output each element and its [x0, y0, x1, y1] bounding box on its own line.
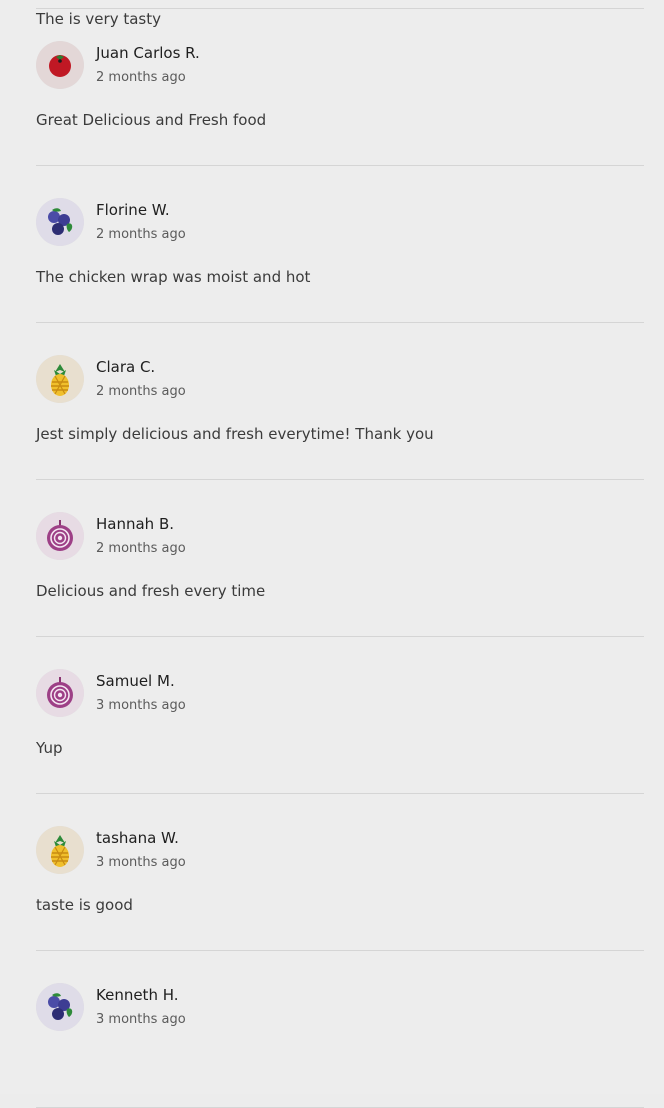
pineapple-icon	[36, 355, 84, 403]
avatar[interactable]	[36, 41, 84, 89]
review-text: Jest simply delicious and fresh everytim…	[36, 425, 434, 443]
review-item: tashana W. 3 months ago taste is good	[36, 794, 644, 951]
tomato-icon	[36, 41, 84, 89]
review-list: The is very tasty Juan Carlos R. 2 month…	[36, 0, 644, 1108]
review-text: taste is good	[36, 896, 133, 914]
review-item: The is very tasty	[36, 0, 644, 28]
reviewer-name[interactable]: Samuel M.	[96, 672, 175, 690]
review-item: Hannah B. 2 months ago Delicious and fre…	[36, 480, 644, 637]
reviews-page: The is very tasty Juan Carlos R. 2 month…	[0, 0, 664, 1108]
avatar[interactable]	[36, 512, 84, 560]
review-text: Yup	[36, 739, 63, 757]
reviewer-name[interactable]: tashana W.	[96, 829, 179, 847]
blueberries-icon	[36, 983, 84, 1031]
onion-icon	[36, 512, 84, 560]
review-time: 2 months ago	[96, 384, 186, 399]
review-item: Clara C. 2 months ago Jest simply delici…	[36, 323, 644, 480]
reviewer-name[interactable]: Florine W.	[96, 201, 170, 219]
avatar[interactable]	[36, 669, 84, 717]
review-text: Delicious and fresh every time	[36, 582, 266, 600]
reviewer-name[interactable]: Clara C.	[96, 358, 155, 376]
avatar[interactable]	[36, 355, 84, 403]
review-item: Kenneth H. 3 months ago	[36, 951, 644, 1108]
review-time: 2 months ago	[96, 70, 186, 85]
reviewer-name[interactable]: Kenneth H.	[96, 986, 179, 1004]
review-time: 2 months ago	[96, 541, 186, 556]
review-time: 2 months ago	[96, 227, 186, 242]
onion-icon	[36, 669, 84, 717]
reviewer-name[interactable]: Hannah B.	[96, 515, 174, 533]
avatar[interactable]	[36, 826, 84, 874]
review-item: Florine W. 2 months ago The chicken wrap…	[36, 166, 644, 323]
avatar[interactable]	[36, 983, 84, 1031]
avatar[interactable]	[36, 198, 84, 246]
review-time: 3 months ago	[96, 855, 186, 870]
review-item: Juan Carlos R. 2 months ago Great Delici…	[36, 9, 644, 166]
blueberries-icon	[36, 198, 84, 246]
review-item: Samuel M. 3 months ago Yup	[36, 637, 644, 794]
review-time: 3 months ago	[96, 698, 186, 713]
review-text: The chicken wrap was moist and hot	[36, 268, 311, 286]
reviewer-name[interactable]: Juan Carlos R.	[96, 44, 200, 62]
review-time: 3 months ago	[96, 1012, 186, 1027]
pineapple-icon	[36, 826, 84, 874]
review-text: Great Delicious and Fresh food	[36, 111, 267, 129]
